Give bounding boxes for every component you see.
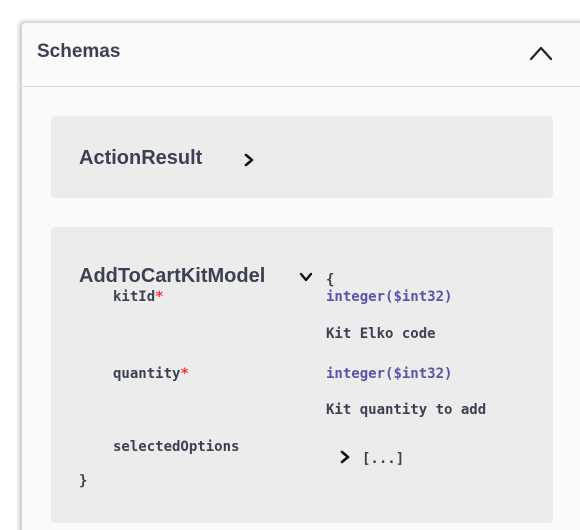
chevron-right-icon[interactable] xyxy=(242,152,256,168)
model-card-actionresult[interactable]: ActionResult xyxy=(51,116,553,198)
schemas-title: Schemas xyxy=(37,41,121,62)
property-type-quantity: integer($int32) xyxy=(326,366,452,382)
property-type-kitid: integer($int32) xyxy=(326,289,452,305)
property-description-kitid: Kit Elko code xyxy=(326,326,436,342)
type-name: integer xyxy=(326,289,386,305)
chevron-right-icon[interactable] xyxy=(338,449,352,465)
collapsed-array-value[interactable]: [...] xyxy=(362,451,404,467)
schemas-section: Schemas ActionResult AddToCartKitModel {… xyxy=(21,22,580,530)
type-format: ($int32) xyxy=(385,366,453,382)
schemas-header[interactable]: Schemas xyxy=(22,23,580,87)
model-card-addtocartkitmodel: AddToCartKitModel { kitId* integer($int3… xyxy=(51,227,553,523)
model-name-addtocartkitmodel[interactable]: AddToCartKitModel xyxy=(79,265,265,288)
close-brace: } xyxy=(79,473,88,489)
open-brace: { xyxy=(326,272,335,288)
property-name-kitid: kitId* xyxy=(113,289,164,305)
property-label: quantity xyxy=(113,366,181,382)
required-marker: * xyxy=(155,289,164,305)
property-label: kitId xyxy=(113,289,156,305)
property-name-quantity: quantity* xyxy=(113,366,189,382)
model-name-actionresult: ActionResult xyxy=(79,147,203,169)
chevron-down-icon[interactable] xyxy=(299,271,313,283)
property-name-selectedoptions: selectedOptions xyxy=(113,439,240,455)
required-marker: * xyxy=(180,366,189,382)
type-format: ($int32) xyxy=(385,289,453,305)
chevron-up-icon[interactable] xyxy=(527,39,555,67)
property-description-quantity: Kit quantity to add xyxy=(326,402,487,418)
type-name: integer xyxy=(326,366,386,382)
